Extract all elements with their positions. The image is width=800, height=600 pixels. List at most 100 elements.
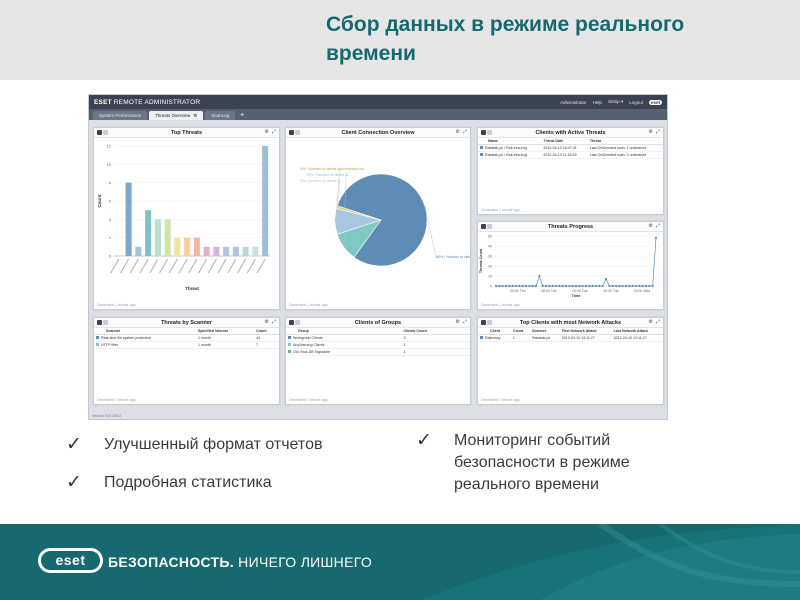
- client-name: Rakatak-pc / Rak-eea-eng: [485, 146, 527, 150]
- data-point: [608, 284, 611, 288]
- tab-system-performance[interactable]: System Performance: [93, 111, 148, 120]
- x-tick-label: 00:00 Wed: [634, 289, 650, 293]
- gear-icon[interactable]: ⚙: [456, 319, 460, 325]
- data-point: [561, 284, 564, 288]
- x-tick-label-blur: [188, 258, 198, 274]
- widget-view-toggle[interactable]: [97, 130, 108, 135]
- table-row[interactable]: Rakatak-pc / Rak-eea-eng 2012-04-13 11:1…: [478, 151, 663, 159]
- group-name: AnyWarning Clients: [293, 343, 325, 347]
- bar: [223, 246, 230, 256]
- table-view-icon[interactable]: [295, 320, 300, 325]
- gear-icon[interactable]: ⚙: [193, 111, 197, 120]
- data-point: [564, 284, 568, 288]
- expand-icon[interactable]: ⤢: [656, 223, 660, 229]
- row-color-marker: [96, 343, 99, 346]
- data-point: [518, 284, 521, 288]
- table-view-icon[interactable]: [487, 320, 492, 325]
- gear-icon[interactable]: ⚙: [649, 319, 653, 325]
- threats-by-scanner-table: Scanner Specified Interval Count Real-ti…: [94, 328, 279, 349]
- count: 1: [510, 334, 531, 342]
- group-name: Old Virus DB Signature: [293, 350, 331, 354]
- tab-scanlog[interactable]: ScanLog: [205, 111, 236, 120]
- data-point: [651, 284, 654, 288]
- tab-threats-overview[interactable]: Threats Overview ⚙: [149, 111, 204, 120]
- widget-title: Clients of Groups: [354, 319, 402, 326]
- gear-icon[interactable]: ⚙: [265, 319, 269, 325]
- table-view-icon[interactable]: [487, 130, 492, 135]
- logout-link[interactable]: Logout: [629, 100, 643, 105]
- table-view-icon[interactable]: [103, 320, 108, 325]
- expand-icon[interactable]: ⤢: [463, 129, 467, 135]
- x-tick-label-blur: [237, 258, 247, 274]
- table-row[interactable]: AnyWarning Clients 1: [286, 341, 470, 349]
- widget-client-connection: Client Connection Overview ⚙ ⤢ 80% / Numb…: [285, 127, 474, 310]
- setup-link[interactable]: Setup ▾: [608, 99, 623, 105]
- chart-view-icon[interactable]: [481, 130, 486, 135]
- data-point: [654, 236, 658, 240]
- table-row[interactable]: Old Virus DB Signature 1: [286, 348, 470, 356]
- table-row[interactable]: Rakovsky 1 Rakatak-pc 2012-04-10 13:11:2…: [478, 334, 663, 342]
- x-tick-label-blur: [129, 258, 139, 274]
- add-tab-button[interactable]: +: [237, 111, 247, 120]
- widget-view-toggle[interactable]: [289, 130, 300, 135]
- chart-view-icon[interactable]: [481, 320, 486, 325]
- bar: [232, 246, 239, 256]
- data-point: [568, 284, 571, 288]
- chart-view-icon[interactable]: [97, 130, 102, 135]
- table-view-icon[interactable]: [295, 130, 300, 135]
- chart-view-icon[interactable]: [289, 320, 294, 325]
- widget-view-toggle[interactable]: [289, 320, 300, 325]
- widget-view-toggle[interactable]: [481, 130, 492, 135]
- interval: 1 month: [195, 341, 255, 349]
- gear-icon[interactable]: ⚙: [456, 129, 460, 135]
- data-point: [581, 284, 584, 288]
- table-row[interactable]: HTTP filter 1 month 7: [94, 341, 279, 349]
- y-tick-label: 8: [109, 180, 112, 185]
- count: 41: [254, 334, 279, 342]
- widget-footer: Generated 1 minute ago: [97, 398, 136, 402]
- widget-threats-progress: Threats Progress ⚙ ⤢ 0 10 20 30 40 50 00:00 Thu…: [477, 221, 664, 310]
- help-link[interactable]: Help: [593, 100, 602, 105]
- widget-view-toggle[interactable]: [481, 320, 492, 325]
- table-row[interactable]: Real-time file system protection 1 month…: [94, 334, 279, 342]
- widget-threats-by-scanner: Threats by Scanner ⚙ ⤢ Scanner Specified …: [93, 317, 280, 405]
- table-view-icon[interactable]: [487, 224, 492, 229]
- x-tick-label: 00:00 Tue: [603, 289, 618, 293]
- table-view-icon[interactable]: [103, 130, 108, 135]
- bar: [203, 246, 210, 256]
- table-row[interactable]: Workgroup Clients 3: [286, 334, 470, 342]
- widget-footer: Generated 1 minute ago: [289, 303, 328, 307]
- chart-view-icon[interactable]: [481, 224, 486, 229]
- scanner-name: Real-time file system protection: [101, 336, 152, 340]
- pie-label: 9% / Number of clients di...: [300, 179, 343, 183]
- expand-icon[interactable]: ⤢: [272, 129, 276, 135]
- expand-icon[interactable]: ⤢: [463, 319, 467, 325]
- widget-view-toggle[interactable]: [481, 224, 492, 229]
- scanner-name: HTTP filter: [101, 343, 119, 347]
- table-row[interactable]: Rakatak-pc / Rak-eea-eng 2012-04-13 16:4…: [478, 144, 663, 152]
- gear-icon[interactable]: ⚙: [265, 129, 269, 135]
- gear-icon[interactable]: ⚙: [649, 129, 653, 135]
- expand-icon[interactable]: ⤢: [272, 319, 276, 325]
- widget-footer: Generated 1 minute ago: [289, 398, 328, 402]
- widget-view-toggle[interactable]: [97, 320, 108, 325]
- admin-link[interactable]: Administrator: [560, 100, 587, 105]
- era-tabbar: System Performance Threats Overview ⚙ Sca…: [89, 109, 667, 120]
- slogan: БЕЗОПАСНОСТЬ. НИЧЕГО ЛИШНЕГО: [108, 554, 372, 570]
- data-point: [648, 284, 651, 288]
- chart-view-icon[interactable]: [289, 130, 294, 135]
- widget-title: Top Clients with most Network Attacks: [519, 319, 622, 326]
- x-axis-label: Time: [572, 294, 581, 298]
- era-topbar: ESET REMOTE ADMINISTRATOR Administrator …: [89, 95, 667, 109]
- expand-icon[interactable]: ⤢: [656, 129, 660, 135]
- y-tick-label: 10: [107, 162, 112, 167]
- x-tick-label-blur: [246, 258, 256, 274]
- gear-icon[interactable]: ⚙: [649, 223, 653, 229]
- chart-view-icon[interactable]: [97, 320, 102, 325]
- expand-icon[interactable]: ⤢: [656, 319, 660, 325]
- pie-label: 10% / Number of clients di...: [306, 173, 351, 177]
- data-point: [614, 284, 618, 288]
- count: 7: [254, 341, 279, 349]
- widget-header: Threats by Scanner ⚙ ⤢: [94, 318, 279, 328]
- data-point: [594, 284, 598, 288]
